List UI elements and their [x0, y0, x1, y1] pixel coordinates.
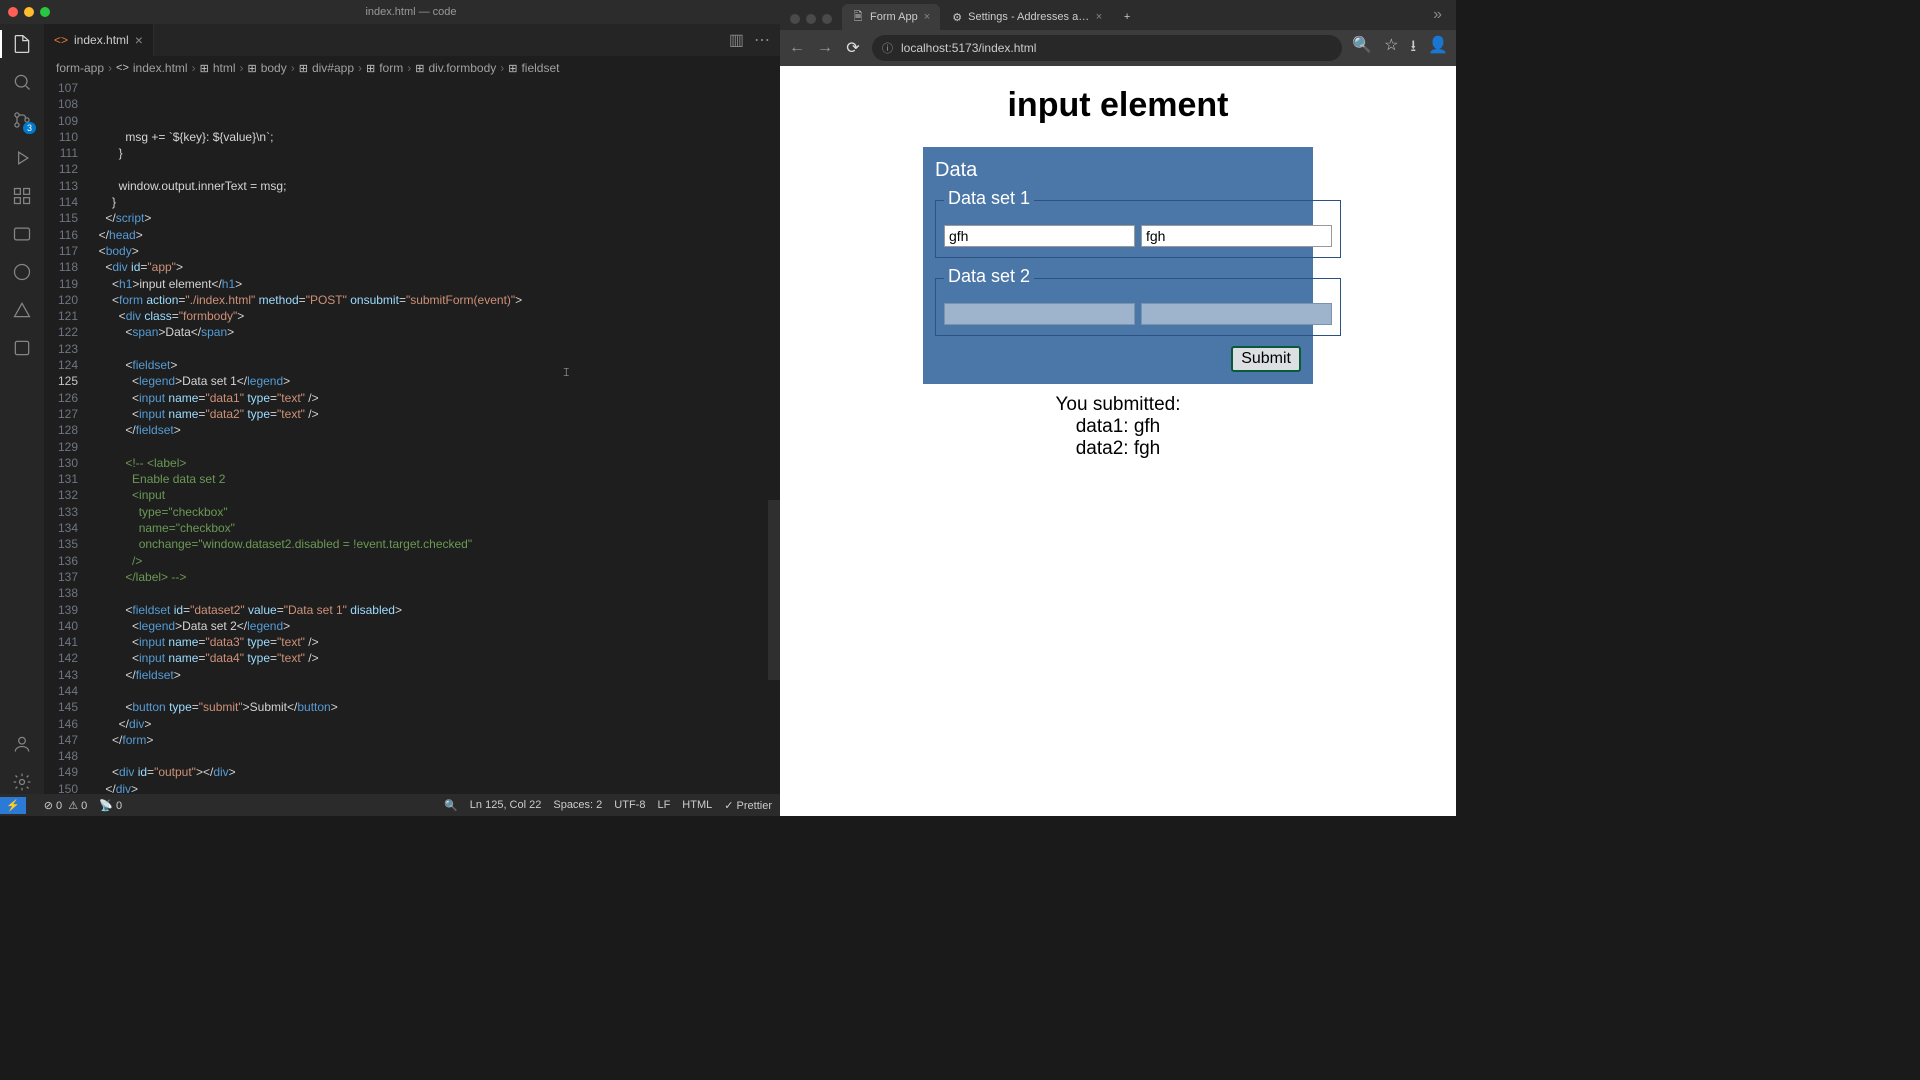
window-controls: [786, 14, 840, 30]
extension-icon[interactable]: [10, 260, 34, 284]
data4-input: [1141, 303, 1332, 325]
activity-bar: 3: [0, 24, 44, 794]
titlebar: index.html — code: [0, 0, 780, 24]
new-tab-button[interactable]: +: [1114, 4, 1140, 30]
close-window-icon[interactable]: [8, 7, 18, 17]
fieldset-1: Data set 1: [935, 190, 1341, 258]
symbol-icon: ⊞: [415, 62, 424, 75]
cursor-position[interactable]: Ln 125, Col 22: [470, 799, 542, 811]
page-icon: 🗎: [852, 11, 864, 23]
editor-tabs: <> index.html × ▥ ⋯: [44, 24, 780, 56]
page-heading: input element: [1007, 86, 1228, 125]
window-controls: [8, 7, 50, 17]
minimap[interactable]: [766, 80, 780, 794]
search-icon[interactable]: [10, 70, 34, 94]
minimize-window-icon[interactable]: [24, 7, 34, 17]
extensions-icon[interactable]: [10, 184, 34, 208]
html-file-icon: <>: [116, 62, 129, 74]
extensions-menu-icon[interactable]: »: [1425, 6, 1450, 30]
html-file-icon: <>: [54, 33, 68, 47]
debug-icon[interactable]: [10, 146, 34, 170]
explorer-icon[interactable]: [10, 32, 34, 56]
symbol-icon: ⊞: [299, 62, 308, 75]
vscode-window: index.html — code 3 <> index.html ×: [0, 0, 780, 816]
site-info-icon[interactable]: ⓘ: [882, 40, 893, 56]
editor-tab[interactable]: <> index.html ×: [44, 24, 154, 56]
url-text: localhost:5173/index.html: [901, 41, 1036, 55]
maximize-window-icon[interactable]: [40, 7, 50, 17]
ports-indicator[interactable]: 📡 0: [99, 799, 122, 812]
problems-indicator[interactable]: ⊘ 0 ⚠ 0: [44, 799, 88, 812]
browser-tabs: 🗎 Form App × ⚙ Settings - Addresses and …: [780, 0, 1456, 30]
find-icon[interactable]: 🔍: [444, 799, 458, 812]
profile-icon[interactable]: 👤: [1428, 35, 1448, 62]
data2-input[interactable]: [1141, 225, 1332, 247]
browser-tab[interactable]: ⚙ Settings - Addresses and m… ×: [942, 4, 1112, 30]
status-bar: ⚡ ⊘ 0 ⚠ 0 📡 0 🔍 Ln 125, Col 22 Spaces: 2…: [0, 794, 780, 816]
scm-badge: 3: [23, 122, 36, 134]
data1-input[interactable]: [944, 225, 1135, 247]
extension-icon[interactable]: [10, 298, 34, 322]
eol[interactable]: LF: [657, 799, 670, 811]
code-editor[interactable]: 1071081091101111121131141151161171181191…: [44, 80, 780, 794]
encoding[interactable]: UTF-8: [614, 799, 645, 811]
close-window-icon[interactable]: [790, 14, 800, 24]
extension-icon[interactable]: [10, 222, 34, 246]
fieldset-2: Data set 2: [935, 268, 1341, 336]
source-control-icon[interactable]: 3: [10, 108, 34, 132]
extension-icon[interactable]: [10, 336, 34, 360]
bookmark-icon[interactable]: ☆: [1384, 35, 1398, 62]
breadcrumb[interactable]: form-app› <>index.html› ⊞html› ⊞body› ⊞d…: [44, 56, 780, 80]
submit-button[interactable]: Submit: [1231, 346, 1301, 372]
symbol-icon: ⊞: [366, 62, 375, 75]
maximize-window-icon[interactable]: [822, 14, 832, 24]
rendered-page: input element Data Data set 1 Data set 2…: [780, 66, 1456, 816]
tab-filename: index.html: [74, 33, 129, 47]
reload-button[interactable]: ⟳: [844, 38, 862, 58]
data3-input: [944, 303, 1135, 325]
address-bar[interactable]: ⓘ localhost:5173/index.html: [872, 35, 1342, 61]
output-text: You submitted: data1: gfh data2: fgh: [1056, 394, 1181, 460]
gear-icon[interactable]: [10, 770, 34, 794]
back-button[interactable]: ←: [788, 39, 806, 57]
minimize-window-icon[interactable]: [806, 14, 816, 24]
download-icon[interactable]: ⭳: [1410, 35, 1416, 62]
editor-area: <> index.html × ▥ ⋯ form-app› <>index.ht…: [44, 24, 780, 794]
indentation[interactable]: Spaces: 2: [553, 799, 602, 811]
close-tab-icon[interactable]: ×: [135, 32, 143, 48]
code-lines[interactable]: 𝙸 msg += `${key}: ${value}\n`; } window.…: [92, 80, 766, 794]
gear-icon: ⚙: [952, 11, 962, 23]
symbol-icon: ⊞: [508, 62, 517, 75]
split-editor-icon[interactable]: ▥: [729, 30, 744, 50]
close-tab-icon[interactable]: ×: [1096, 11, 1102, 23]
forward-button[interactable]: →: [816, 39, 834, 57]
line-numbers: 1071081091101111121131141151161171181191…: [44, 80, 92, 794]
browser-tab[interactable]: 🗎 Form App ×: [842, 4, 940, 30]
close-tab-icon[interactable]: ×: [924, 11, 930, 23]
legend-1: Data set 1: [944, 188, 1034, 209]
symbol-icon: ⊞: [247, 62, 256, 75]
remote-indicator[interactable]: ⚡: [0, 797, 26, 814]
formatter[interactable]: ✓ Prettier: [724, 799, 772, 812]
form: Data Data set 1 Data set 2 Submit: [923, 147, 1313, 384]
account-icon[interactable]: [10, 732, 34, 756]
text-cursor-icon: 𝙸: [562, 364, 570, 380]
symbol-icon: ⊞: [200, 62, 209, 75]
more-actions-icon[interactable]: ⋯: [754, 30, 770, 50]
form-label: Data: [935, 159, 1301, 182]
language-mode[interactable]: HTML: [682, 799, 712, 811]
zoom-icon[interactable]: 🔍: [1352, 35, 1372, 62]
browser-window: 🗎 Form App × ⚙ Settings - Addresses and …: [780, 0, 1456, 816]
window-title: index.html — code: [50, 6, 772, 18]
legend-2: Data set 2: [944, 266, 1034, 287]
browser-toolbar: ← → ⟳ ⓘ localhost:5173/index.html 🔍 ☆ ⭳ …: [780, 30, 1456, 66]
